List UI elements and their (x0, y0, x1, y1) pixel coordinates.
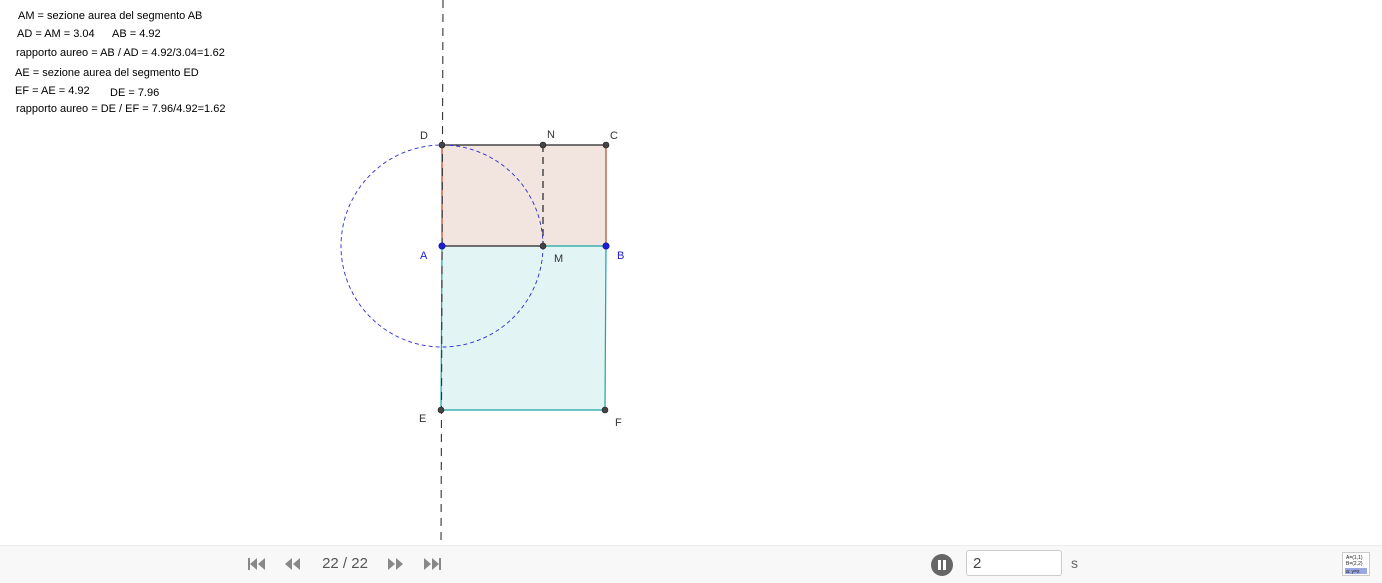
info-DE-value[interactable]: DE = 7.96 (110, 87, 159, 100)
label-A[interactable]: A (420, 250, 427, 262)
info-golden-section-AB[interactable]: AM = sezione aurea del segmento AB (18, 10, 202, 23)
info-EF-AE-value[interactable]: EF = AE = 4.92 (15, 85, 90, 98)
label-E[interactable]: E (419, 413, 426, 425)
lower-rectangle-ABFE[interactable] (441, 246, 606, 410)
speed-unit-label: s (1071, 555, 1078, 571)
speed-input[interactable] (966, 550, 1062, 576)
point-D[interactable] (438, 141, 446, 149)
info-AD-AM-value[interactable]: AD = AM = 3.04 (17, 28, 95, 41)
label-C[interactable]: C (610, 130, 618, 142)
label-M[interactable]: M (554, 253, 563, 265)
algebra-icon-row3: a: y=x (1346, 569, 1360, 575)
info-AB-value[interactable]: AB = 4.92 (112, 28, 161, 41)
label-N[interactable]: N (547, 129, 555, 141)
playback-toolbar: 22 / 22 s A=(1,1) B=(2,2) a: y=x (0, 545, 1382, 583)
algebra-view-icon[interactable]: A=(1,1) B=(2,2) a: y=x (1342, 552, 1370, 576)
label-D[interactable]: D (420, 130, 428, 142)
point-C[interactable] (602, 141, 610, 149)
step-counter: 22 / 22 (322, 555, 368, 572)
point-E[interactable] (437, 406, 445, 414)
point-N[interactable] (539, 141, 547, 149)
info-golden-ratio-AB-AD[interactable]: rapporto aureo = AB / AD = 4.92/3.04=1.6… (16, 47, 225, 60)
upper-rectangle-ANCD[interactable] (442, 145, 606, 246)
geometry-canvas[interactable] (0, 0, 1382, 545)
label-F[interactable]: F (615, 417, 622, 429)
algebra-icon-row2: B=(2,2) (1346, 561, 1363, 567)
skip-to-end-icon[interactable] (421, 556, 443, 572)
label-B[interactable]: B (617, 250, 624, 262)
point-M[interactable] (539, 242, 547, 250)
point-B[interactable] (602, 242, 610, 250)
point-A[interactable] (438, 242, 446, 250)
info-golden-ratio-DE-EF[interactable]: rapporto aureo = DE / EF = 7.96/4.92=1.6… (16, 103, 225, 116)
pause-icon[interactable] (931, 554, 953, 576)
skip-to-start-icon[interactable] (246, 556, 268, 572)
step-forward-icon[interactable] (385, 556, 407, 572)
info-golden-section-ED[interactable]: AE = sezione aurea del segmento ED (15, 67, 199, 80)
point-F[interactable] (601, 406, 609, 414)
graphics-view[interactable]: AM = sezione aurea del segmento AB AD = … (0, 0, 1382, 545)
step-back-icon[interactable] (282, 556, 304, 572)
